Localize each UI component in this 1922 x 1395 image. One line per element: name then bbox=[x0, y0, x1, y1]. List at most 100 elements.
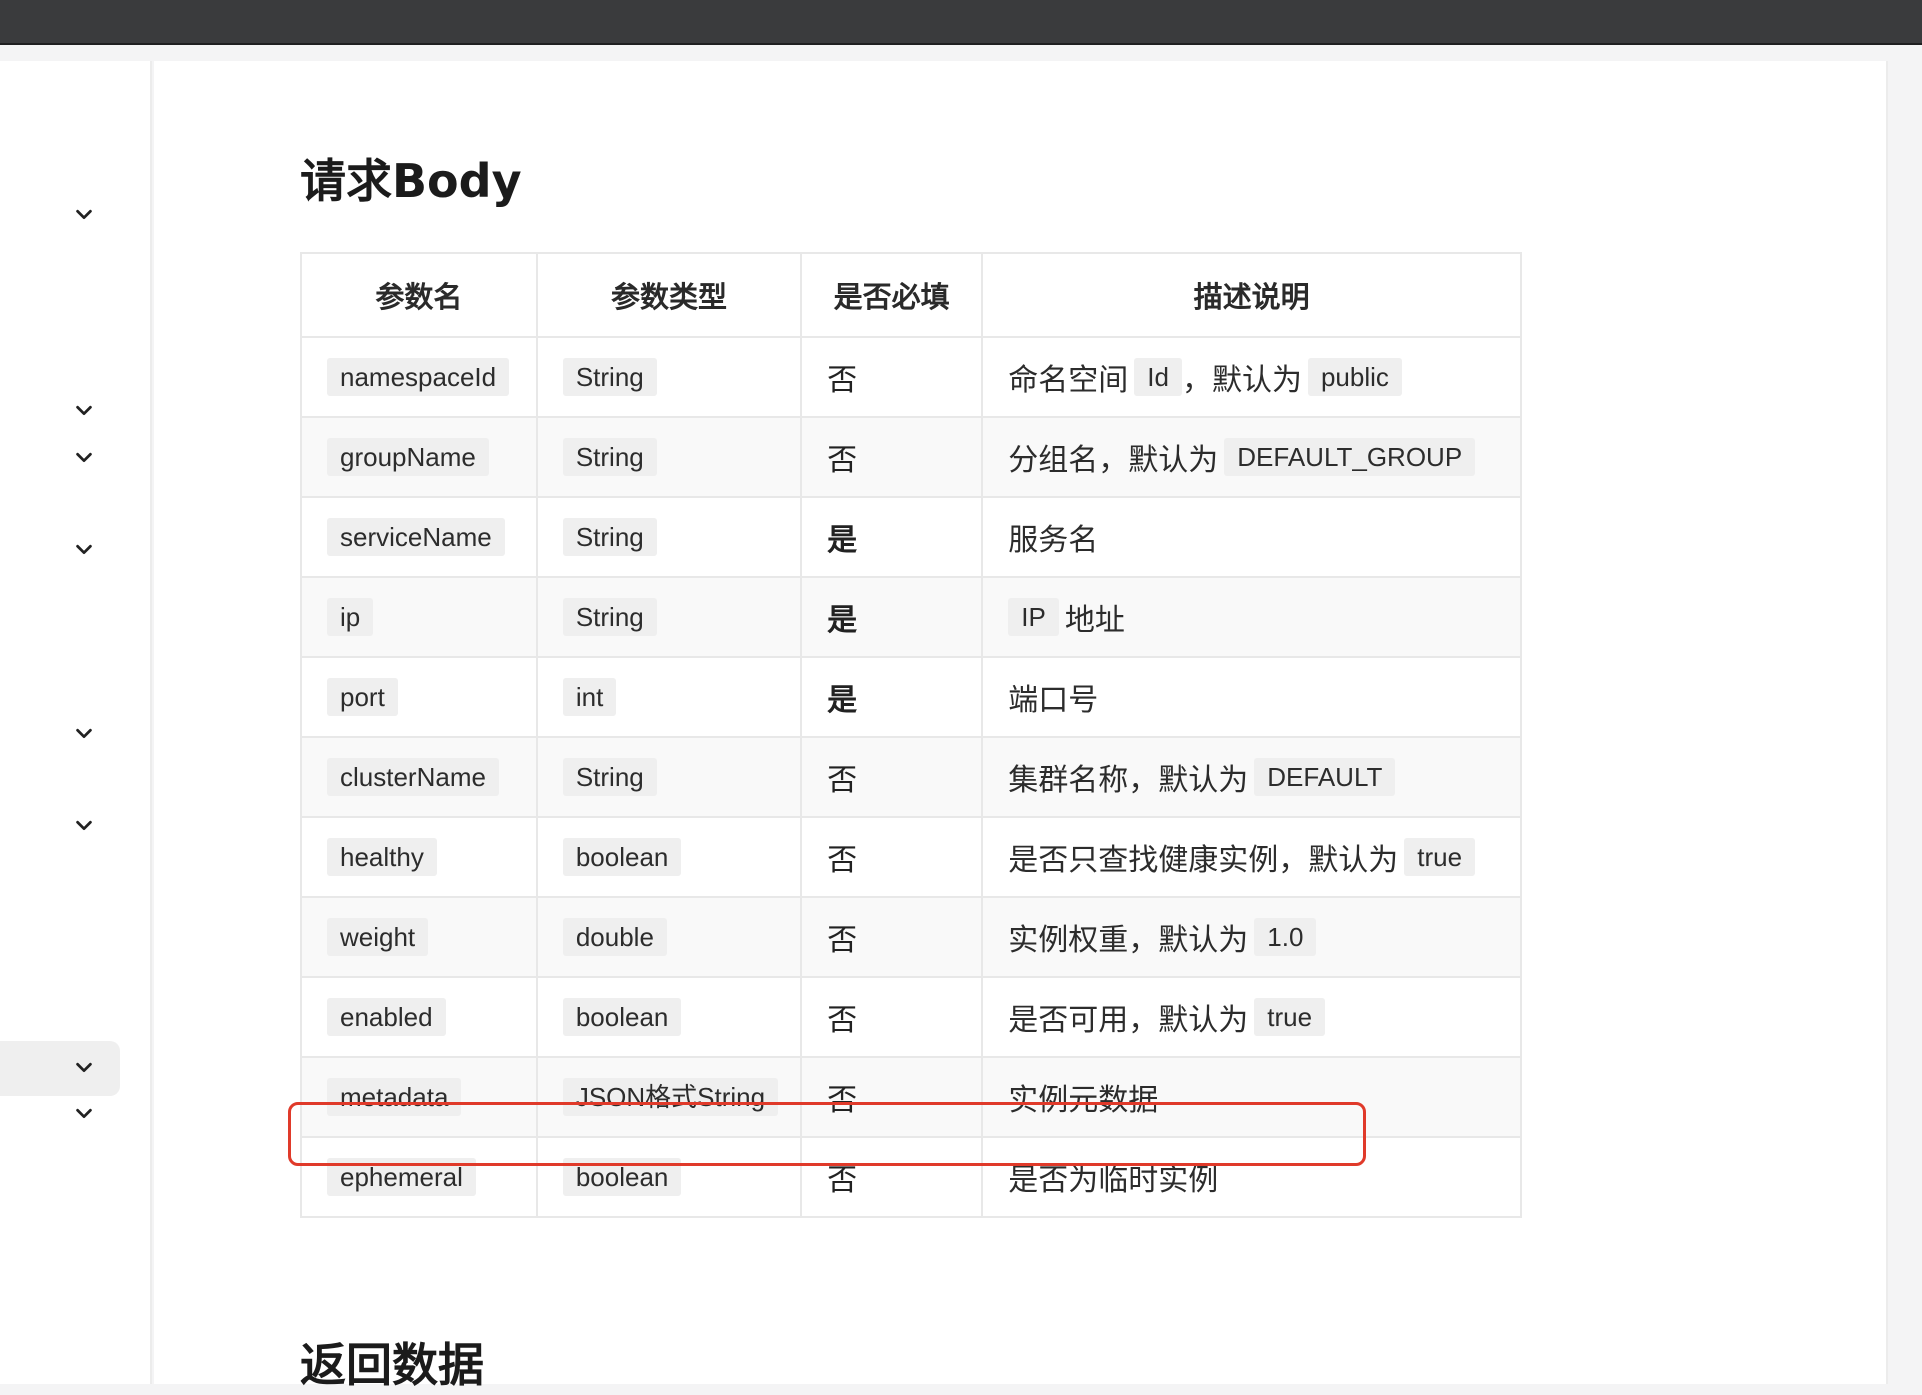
description-segment: 实例元数据 bbox=[1008, 1083, 1159, 1118]
description-text: 端口号 bbox=[1008, 675, 1098, 719]
description-segment: 地址 bbox=[1064, 603, 1125, 638]
description-code: true bbox=[1254, 998, 1326, 1036]
cell-required: 否 bbox=[800, 816, 984, 898]
cell-param-type: String bbox=[535, 416, 803, 498]
cell-param-name: namespaceId bbox=[300, 336, 538, 418]
description-segment: 是否为临时实例 bbox=[1008, 1163, 1219, 1198]
description-code: public bbox=[1307, 358, 1402, 396]
chevron-down-icon[interactable] bbox=[70, 1099, 98, 1127]
cell-description: 命名空间 Id ，默认为 public bbox=[981, 336, 1522, 418]
required-value: 否 bbox=[827, 1003, 858, 1038]
description-segment: 集群名称，默认为 bbox=[1008, 763, 1249, 798]
chevron-down-icon[interactable] bbox=[70, 719, 98, 747]
description-segment: ，默认为 bbox=[1181, 363, 1302, 398]
description-text: 实例权重，默认为 1.0 bbox=[1008, 915, 1317, 959]
required-value: 否 bbox=[827, 923, 858, 958]
required-value: 否 bbox=[827, 363, 858, 398]
main-content: 请求Body 参数名 参数类型 是否必填 描述说明 namespaceId Str… bbox=[154, 61, 1888, 1392]
cell-required: 否 bbox=[800, 736, 984, 818]
chevron-down-icon[interactable] bbox=[70, 396, 98, 424]
cell-param-name: ip bbox=[300, 576, 538, 658]
description-segment: 命名空间 bbox=[1008, 363, 1129, 398]
table-row: ip String 是 IP 地址 bbox=[300, 576, 1522, 658]
cell-param-type: JSON格式String bbox=[535, 1056, 803, 1138]
param-name-code: weight bbox=[327, 918, 429, 956]
cell-required: 是 bbox=[800, 496, 984, 578]
required-value: 否 bbox=[827, 443, 858, 478]
cell-required: 否 bbox=[800, 896, 984, 978]
cell-required: 是 bbox=[800, 656, 984, 738]
description-text: 集群名称，默认为 DEFAULT bbox=[1008, 755, 1396, 799]
cell-required: 否 bbox=[800, 416, 984, 498]
cell-param-type: String bbox=[535, 736, 803, 818]
param-name-code: groupName bbox=[327, 438, 489, 476]
cell-param-name: enabled bbox=[300, 976, 538, 1058]
cell-param-name: weight bbox=[300, 896, 538, 978]
cell-description: 是否只查找健康实例，默认为 true bbox=[981, 816, 1522, 898]
description-text: 服务名 bbox=[1008, 515, 1098, 559]
cell-param-type: int bbox=[535, 656, 803, 738]
cell-param-name: port bbox=[300, 656, 538, 738]
description-code: IP bbox=[1008, 598, 1059, 636]
cell-param-name: clusterName bbox=[300, 736, 538, 818]
param-type-code: double bbox=[562, 918, 667, 956]
param-type-code: String bbox=[562, 438, 657, 476]
section-title-request-body: 请求Body bbox=[300, 154, 522, 208]
cell-description: 端口号 bbox=[981, 656, 1522, 738]
cell-param-name: metadata bbox=[300, 1056, 538, 1138]
table-row: weight double 否 实例权重，默认为 1.0 bbox=[300, 896, 1522, 978]
chevron-down-icon[interactable] bbox=[70, 535, 98, 563]
cell-required: 否 bbox=[800, 976, 984, 1058]
table-row: metadata JSON格式String 否 实例元数据 bbox=[300, 1056, 1522, 1138]
cell-required: 否 bbox=[800, 336, 984, 418]
description-code: DEFAULT_GROUP bbox=[1224, 438, 1476, 476]
param-type-code: JSON格式String bbox=[562, 1078, 779, 1116]
chevron-down-icon[interactable] bbox=[70, 811, 98, 839]
description-segment: 是否只查找健康实例，默认为 bbox=[1008, 843, 1399, 878]
description-code: DEFAULT bbox=[1254, 758, 1396, 796]
cell-description: 实例元数据 bbox=[981, 1056, 1522, 1138]
table-row: groupName String 否 分组名，默认为 DEFAULT_GROUP bbox=[300, 416, 1522, 498]
param-name-code: enabled bbox=[327, 998, 446, 1036]
chevron-down-icon[interactable] bbox=[70, 1053, 98, 1081]
header-param-type: 参数类型 bbox=[535, 252, 803, 338]
cell-param-type: boolean bbox=[535, 816, 803, 898]
param-type-code: boolean bbox=[562, 838, 682, 876]
param-name-code: metadata bbox=[327, 1078, 462, 1116]
param-type-code: String bbox=[562, 598, 657, 636]
required-value: 否 bbox=[827, 1083, 858, 1118]
cell-description: 是否可用，默认为 true bbox=[981, 976, 1522, 1058]
cell-description: 是否为临时实例 bbox=[981, 1136, 1522, 1218]
description-text: 是否为临时实例 bbox=[1008, 1155, 1218, 1199]
cell-description: IP 地址 bbox=[981, 576, 1522, 658]
param-name-code: healthy bbox=[327, 838, 437, 876]
description-segment: 分组名，默认为 bbox=[1008, 443, 1219, 478]
table-row: serviceName String 是 服务名 bbox=[300, 496, 1522, 578]
cell-param-type: double bbox=[535, 896, 803, 978]
description-segment: 是否可用，默认为 bbox=[1008, 1003, 1249, 1038]
table-row: port int 是 端口号 bbox=[300, 656, 1522, 738]
cell-param-type: String bbox=[535, 496, 803, 578]
cell-param-type: boolean bbox=[535, 976, 803, 1058]
description-segment: 实例权重，默认为 bbox=[1008, 923, 1249, 958]
chevron-down-icon[interactable] bbox=[70, 200, 98, 228]
chevron-down-icon[interactable] bbox=[70, 443, 98, 471]
description-segment: 端口号 bbox=[1008, 683, 1099, 718]
cell-param-name: serviceName bbox=[300, 496, 538, 578]
cell-param-type: boolean bbox=[535, 1136, 803, 1218]
cell-description: 分组名，默认为 DEFAULT_GROUP bbox=[981, 416, 1522, 498]
required-value: 是 bbox=[827, 603, 858, 638]
cell-param-name: groupName bbox=[300, 416, 538, 498]
cell-description: 集群名称，默认为 DEFAULT bbox=[981, 736, 1522, 818]
description-text: IP 地址 bbox=[1008, 595, 1125, 639]
cell-required: 否 bbox=[800, 1056, 984, 1138]
param-name-code: ephemeral bbox=[327, 1158, 476, 1196]
table-row: ephemeral boolean 否 是否为临时实例 bbox=[300, 1136, 1522, 1218]
sidebar-active-item[interactable] bbox=[0, 1041, 120, 1096]
cell-param-type: String bbox=[535, 336, 803, 418]
cell-required: 否 bbox=[800, 1136, 984, 1218]
table-row: clusterName String 否 集群名称，默认为 DEFAULT bbox=[300, 736, 1522, 818]
sidebar bbox=[0, 61, 152, 1384]
required-value: 是 bbox=[827, 683, 858, 718]
description-code: Id bbox=[1134, 358, 1182, 396]
